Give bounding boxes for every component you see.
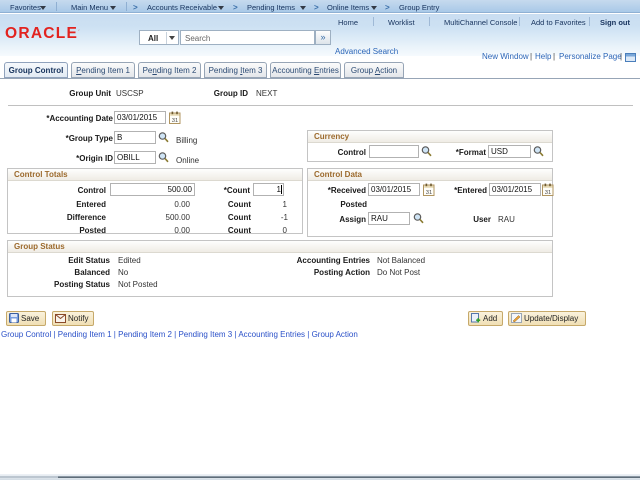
svg-text:31: 31 [172, 118, 178, 124]
svg-text:31: 31 [426, 190, 432, 196]
svg-text:31: 31 [545, 190, 551, 196]
